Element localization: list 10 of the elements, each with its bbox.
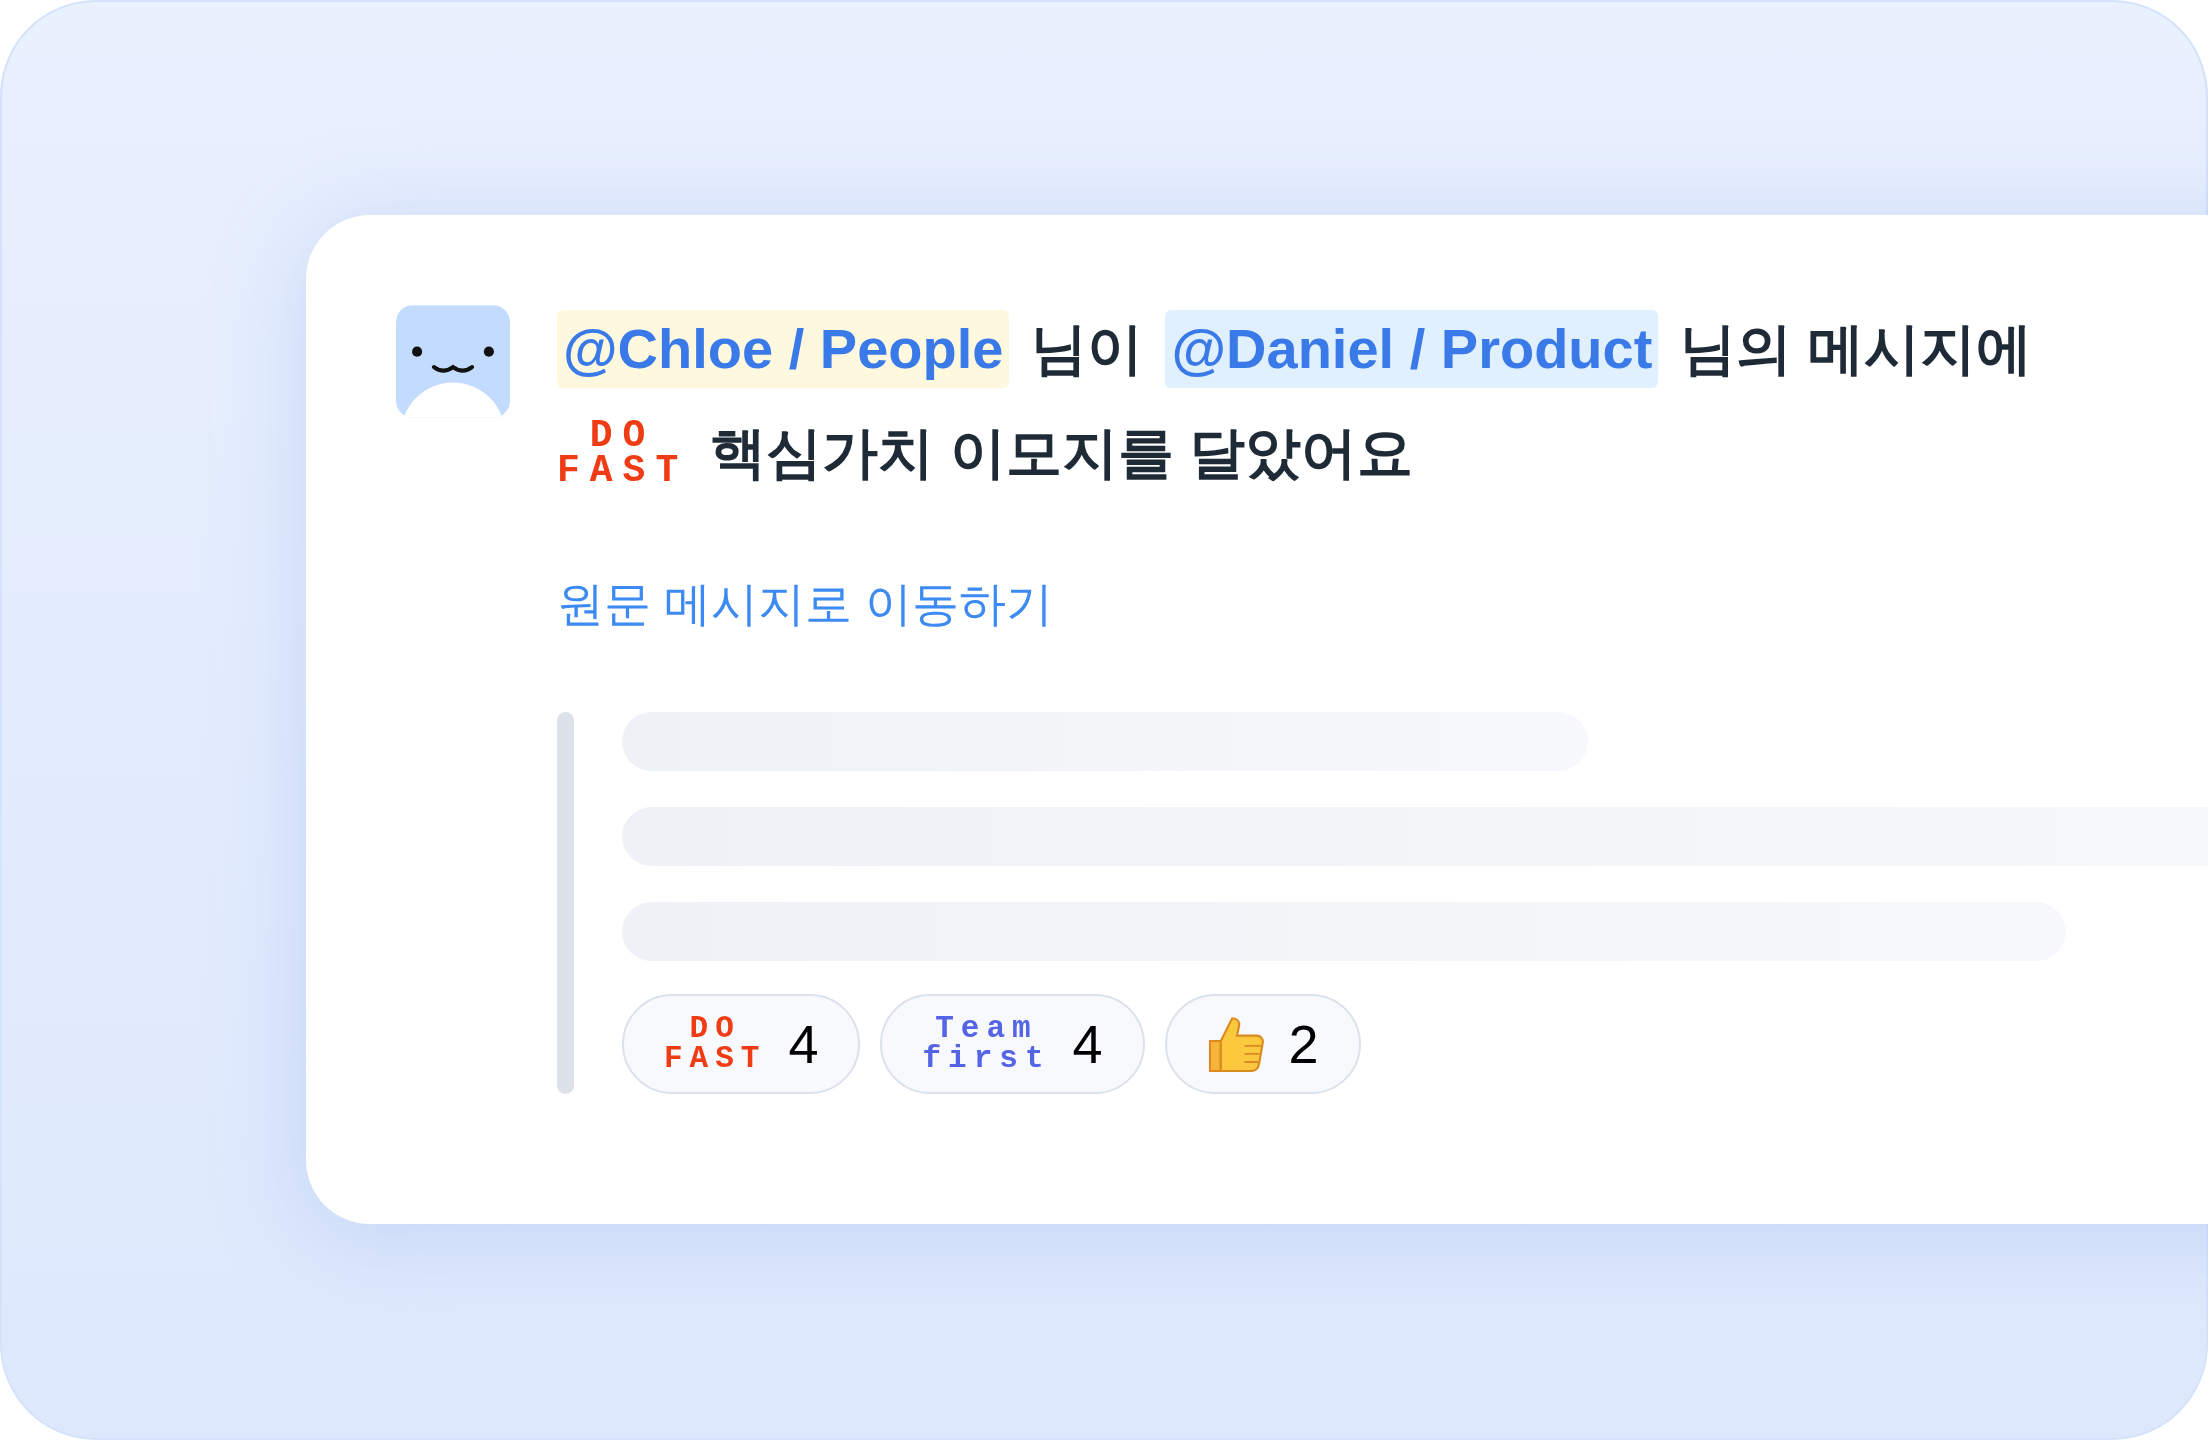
mention-tag[interactable]: @Chloe / People bbox=[557, 310, 1010, 388]
pixel-emoji: Team first bbox=[922, 1014, 1051, 1074]
reaction-button[interactable]: 2 bbox=[1164, 994, 1361, 1094]
mention-tag[interactable]: @Daniel / Product bbox=[1165, 310, 1659, 388]
message-text: 님의 메시지에 bbox=[1680, 316, 2032, 382]
pixel-emoji: DO FAST bbox=[557, 418, 689, 488]
message-text: 핵심가치 이모지를 달았어요 bbox=[710, 420, 1414, 486]
thumbs-up-icon bbox=[1206, 1014, 1267, 1074]
pixel-emoji: DO FAST bbox=[664, 1014, 767, 1074]
message-text: 님이 bbox=[1031, 316, 1144, 382]
